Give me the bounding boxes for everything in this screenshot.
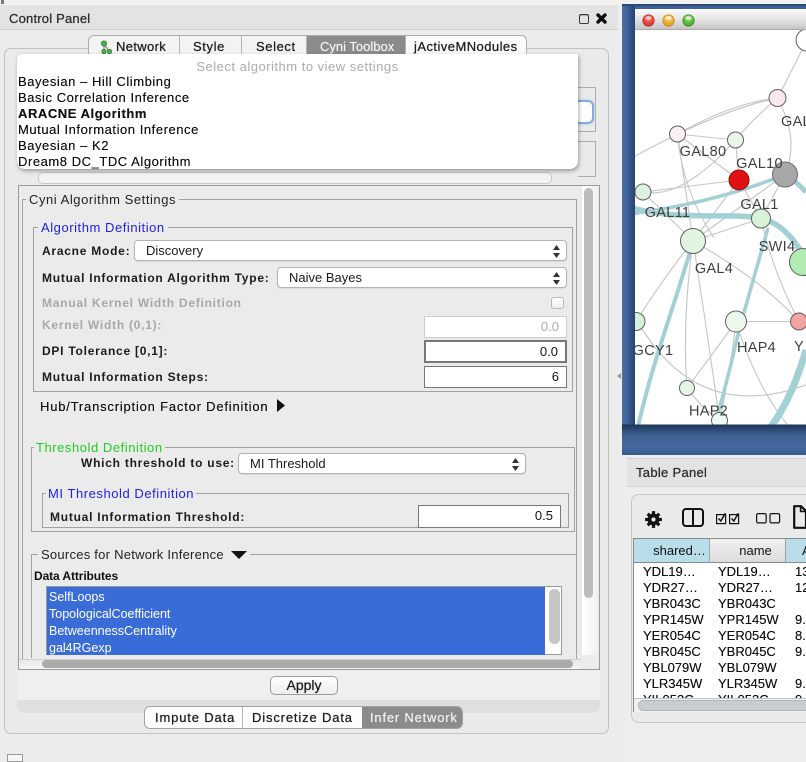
svg-text:GAL4: GAL4 — [695, 261, 733, 277]
svg-text:GAL1: GAL1 — [740, 197, 778, 213]
svg-text:HAP4: HAP4 — [737, 340, 776, 356]
svg-text:HAP2: HAP2 — [689, 404, 728, 420]
svg-text:Y: Y — [794, 339, 804, 355]
svg-text:SWI4: SWI4 — [759, 239, 796, 255]
svg-text:GAL11: GAL11 — [645, 205, 691, 221]
svg-text:GCY1: GCY1 — [633, 343, 674, 359]
svg-text:GAL10: GAL10 — [736, 156, 783, 172]
svg-text:GAL: GAL — [781, 114, 806, 130]
svg-text:GAL80: GAL80 — [680, 144, 727, 160]
